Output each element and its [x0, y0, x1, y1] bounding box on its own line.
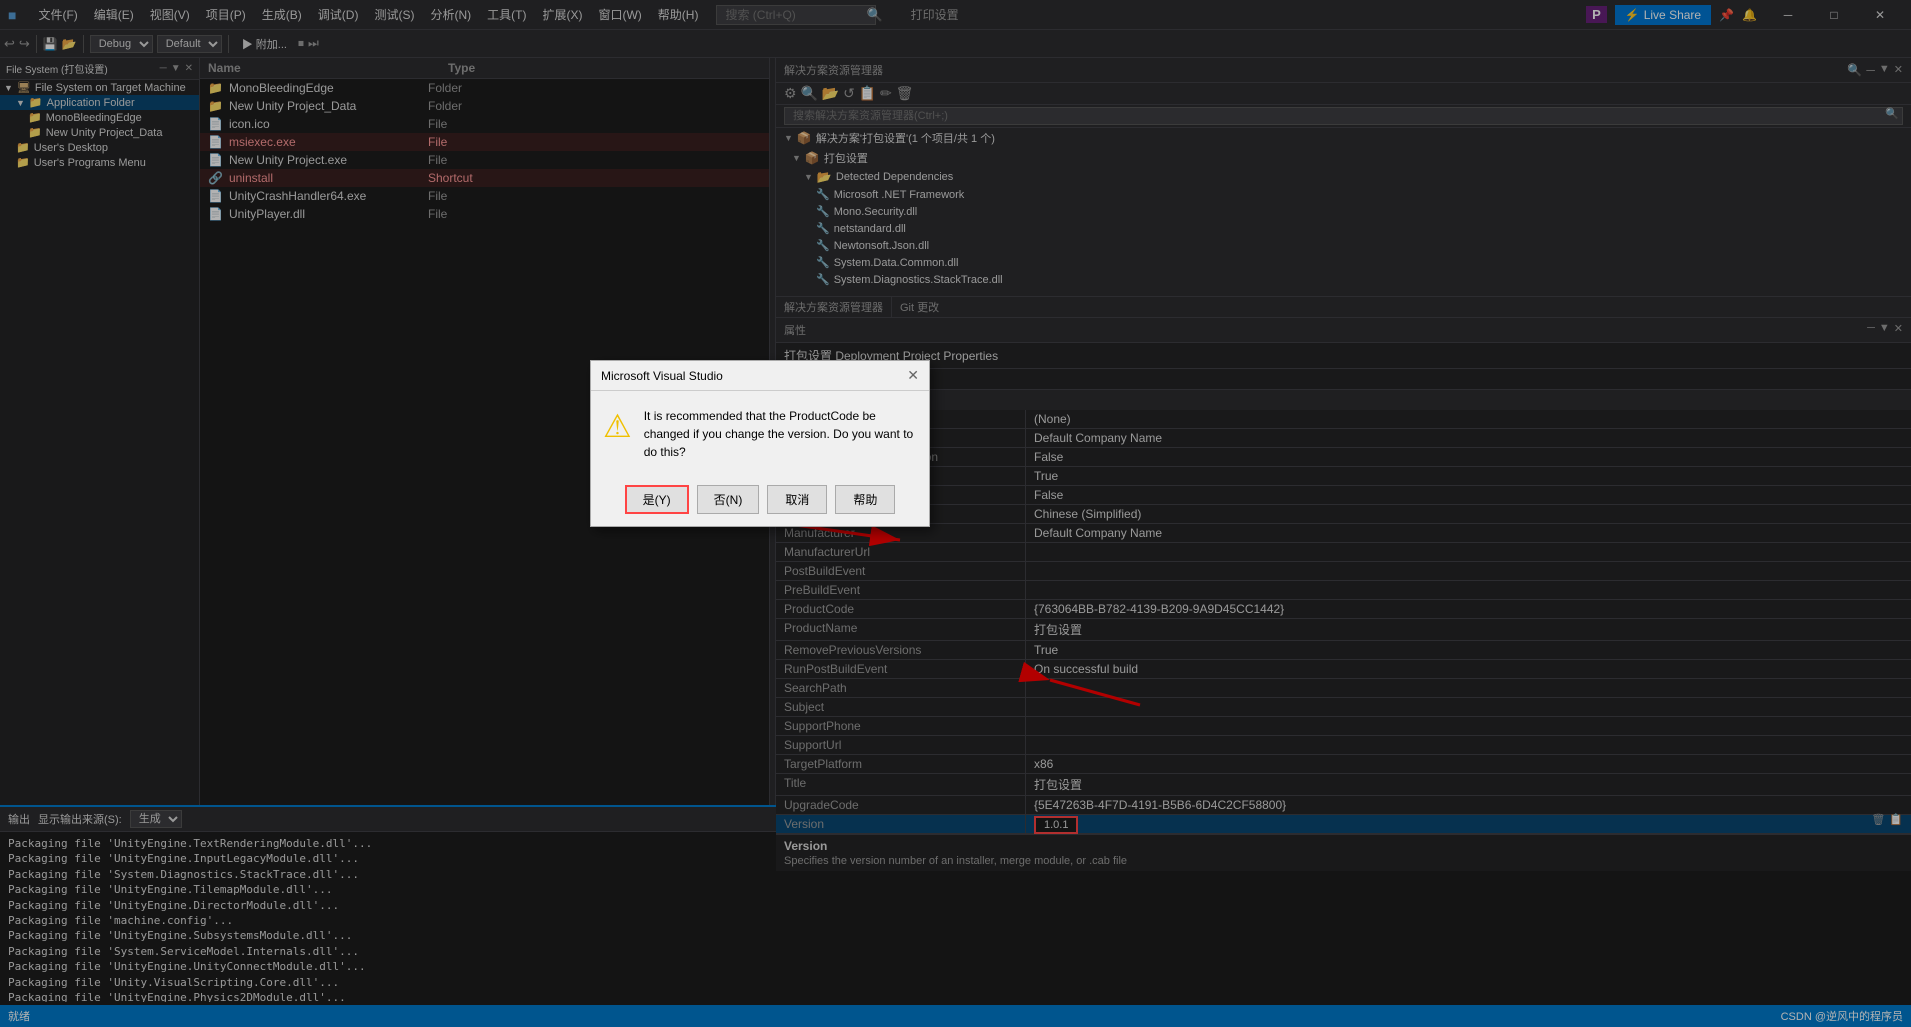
dialog-buttons: 是(Y) 否(N) 取消 帮助 — [591, 477, 929, 526]
dialog-message: It is recommended that the ProductCode b… — [644, 407, 917, 461]
dialog-close-button[interactable]: ✕ — [907, 367, 919, 384]
dialog-no-button[interactable]: 否(N) — [697, 485, 760, 514]
dialog-cancel-button[interactable]: 取消 — [767, 485, 827, 514]
dialog-body: ⚠ It is recommended that the ProductCode… — [591, 391, 929, 477]
dialog-title-bar: Microsoft Visual Studio ✕ — [591, 361, 929, 391]
dialog-help-button[interactable]: 帮助 — [835, 485, 895, 514]
warning-icon: ⚠ — [603, 407, 632, 445]
dialog-yes-button[interactable]: 是(Y) — [625, 485, 689, 514]
dialog-title-text: Microsoft Visual Studio — [601, 369, 723, 383]
dialog-overlay: Microsoft Visual Studio ✕ ⚠ It is recomm… — [0, 0, 1911, 1027]
dialog: Microsoft Visual Studio ✕ ⚠ It is recomm… — [590, 360, 930, 527]
